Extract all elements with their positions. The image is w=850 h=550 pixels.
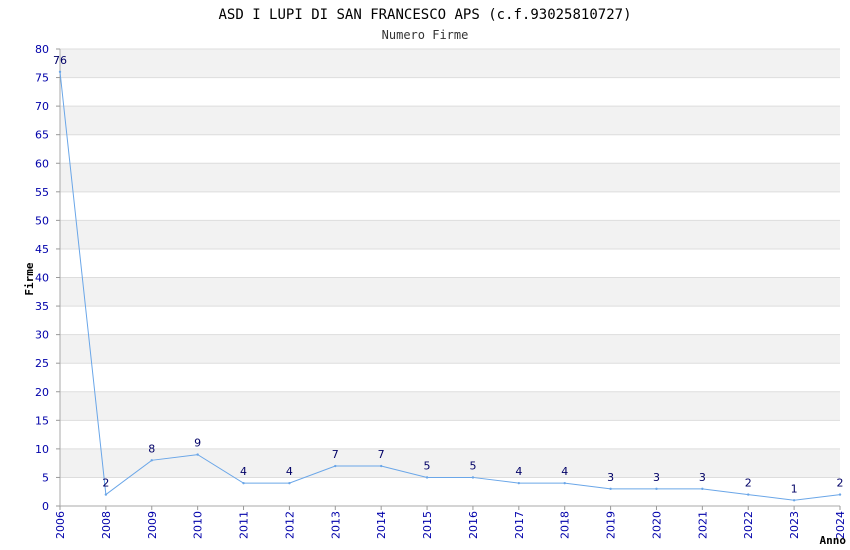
data-point xyxy=(242,481,245,485)
x-tick-label: 2021 xyxy=(696,511,709,539)
y-tick-label: 5 xyxy=(42,471,49,484)
data-point xyxy=(334,464,337,468)
x-tick-label: 2019 xyxy=(605,511,618,539)
data-point xyxy=(517,481,521,485)
x-axis-label: Anno xyxy=(820,534,847,547)
data-label: 1 xyxy=(791,482,798,495)
grid-band xyxy=(60,163,840,192)
x-tick-label: 2008 xyxy=(100,511,113,539)
y-tick-label: 65 xyxy=(35,129,49,142)
y-tick-label: 40 xyxy=(35,272,49,285)
data-label: 5 xyxy=(469,459,476,472)
y-axis-label: Firme xyxy=(23,262,36,295)
x-tick-label: 2018 xyxy=(559,511,572,539)
y-tick-label: 70 xyxy=(35,100,49,113)
data-point xyxy=(150,459,153,462)
x-tick-label: 2017 xyxy=(513,511,526,539)
y-tick-label: 10 xyxy=(35,443,49,456)
data-label: 3 xyxy=(699,471,706,484)
data-label: 7 xyxy=(332,448,339,461)
chart-title: ASD I LUPI DI SAN FRANCESCO APS (c.f.930… xyxy=(218,7,631,23)
x-tick-label: 2022 xyxy=(742,511,755,539)
x-tick-label: 2006 xyxy=(54,511,67,539)
data-point xyxy=(563,481,566,485)
data-label: 7 xyxy=(378,448,385,461)
grid-band xyxy=(60,448,840,478)
y-tick-label: 35 xyxy=(35,300,49,313)
data-label: 3 xyxy=(607,471,614,484)
data-label: 5 xyxy=(424,459,431,472)
x-tick-label: 2015 xyxy=(421,511,434,539)
x-tick-label: 2013 xyxy=(329,511,342,539)
x-tick-label: 2020 xyxy=(650,511,663,539)
y-tick-label: 75 xyxy=(35,72,49,85)
y-tick-label: 55 xyxy=(35,186,49,199)
data-label: 4 xyxy=(286,465,293,478)
data-label: 2 xyxy=(837,477,844,490)
data-point xyxy=(471,476,475,479)
data-label: 8 xyxy=(148,442,155,455)
data-label: 76 xyxy=(53,54,67,67)
chart: ASD I LUPI DI SAN FRANCESCO APS (c.f.930… xyxy=(23,7,847,547)
data-point xyxy=(104,493,108,496)
x-tick-label: 2009 xyxy=(146,511,159,539)
grid-band xyxy=(60,334,840,364)
y-tick-label: 30 xyxy=(35,329,49,342)
data-point xyxy=(379,464,383,468)
x-tick-label: 2011 xyxy=(238,511,251,539)
data-label: 4 xyxy=(240,465,247,478)
y-tick-label: 0 xyxy=(42,500,49,513)
data-label: 4 xyxy=(515,465,522,478)
data-label: 2 xyxy=(745,477,752,490)
data-point xyxy=(747,493,750,496)
data-point xyxy=(792,499,796,502)
y-tick-label: 20 xyxy=(35,386,49,399)
chart-subtitle: Numero Firme xyxy=(382,28,469,42)
x-tick-label: 2012 xyxy=(283,511,296,539)
y-tick-label: 25 xyxy=(35,357,49,370)
x-tick-label: 2010 xyxy=(192,511,205,539)
data-point xyxy=(425,476,429,479)
y-tick-label: 45 xyxy=(35,243,49,256)
data-point xyxy=(196,453,199,456)
y-axis-ticks: 0 5 10 15 20 25 30 35 40 45 50 55 60 65 70 75 80 xyxy=(35,43,60,513)
data-label: 3 xyxy=(653,471,660,484)
data-point xyxy=(288,481,291,485)
x-tick-label: 2016 xyxy=(467,511,480,539)
data-point xyxy=(701,487,704,491)
x-tick-label: 2014 xyxy=(375,511,388,539)
y-tick-label: 60 xyxy=(35,157,49,170)
grid-band xyxy=(60,106,840,135)
grid-band xyxy=(60,391,840,421)
data-point xyxy=(655,487,658,491)
x-axis-ticks: 2006 2008 2009 2010 2011 2012 2013 2014 2015 2016… xyxy=(54,506,847,539)
grid-band xyxy=(60,277,840,307)
grid-band xyxy=(60,220,840,249)
x-tick-label: 2023 xyxy=(788,511,801,539)
data-label: 2 xyxy=(102,477,109,490)
y-tick-label: 50 xyxy=(35,214,49,227)
data-point xyxy=(609,487,612,491)
data-label: 4 xyxy=(561,465,568,478)
data-point xyxy=(838,493,842,496)
data-label: 9 xyxy=(194,437,201,450)
y-tick-label: 15 xyxy=(35,414,49,427)
y-tick-label: 80 xyxy=(35,43,49,56)
data-point xyxy=(58,70,62,74)
grid-band xyxy=(60,49,840,78)
